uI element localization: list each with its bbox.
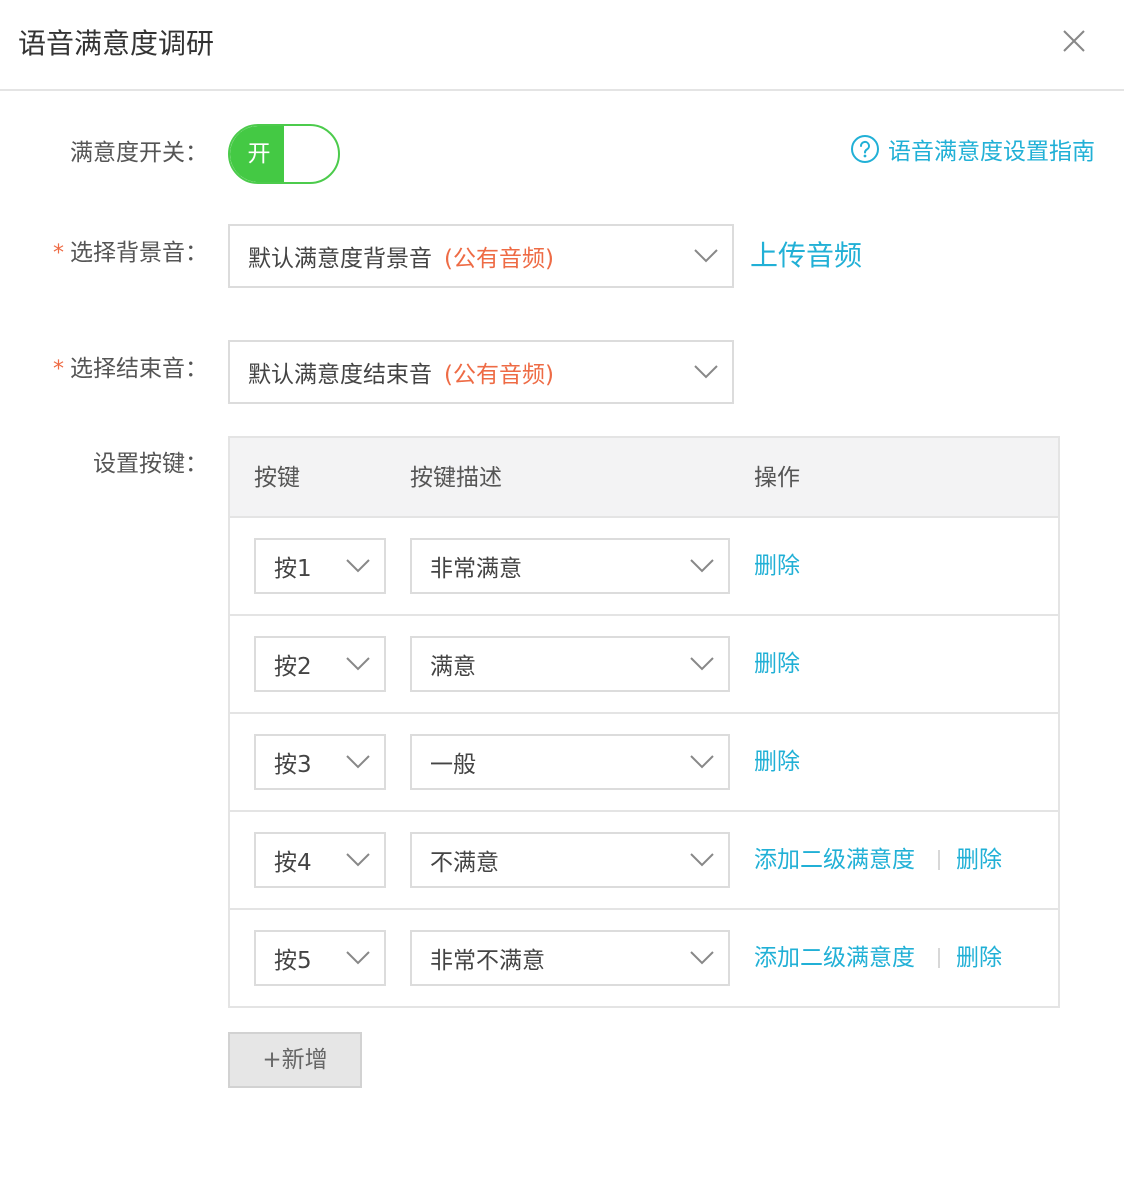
- satisfaction-toggle[interactable]: 开: [228, 124, 340, 184]
- add-second-level-link[interactable]: 添加二级满意度: [754, 942, 915, 974]
- desc-select[interactable]: 非常不满意: [410, 930, 730, 986]
- dialog-header: 语音满意度调研: [0, 0, 1124, 91]
- chevron-down-icon: [346, 657, 370, 671]
- chevron-down-icon: [694, 365, 718, 379]
- add-key-button[interactable]: +新增: [228, 1032, 362, 1088]
- end-sound-label: * 选择结束音：: [53, 356, 208, 382]
- help-icon: [851, 135, 879, 163]
- key-select[interactable]: 按2: [254, 636, 386, 692]
- bg-sound-label: * 选择背景音：: [53, 240, 208, 266]
- key-select[interactable]: 按1: [254, 538, 386, 594]
- header-key: 按键: [254, 465, 300, 491]
- chevron-down-icon: [690, 853, 714, 867]
- header-desc: 按键描述: [410, 465, 502, 491]
- delete-link[interactable]: 删除: [754, 648, 800, 680]
- link-separator: [938, 850, 940, 870]
- header-action: 操作: [754, 465, 800, 491]
- required-mark: *: [53, 241, 64, 266]
- chevron-down-icon: [346, 951, 370, 965]
- key-select[interactable]: 按4: [254, 832, 386, 888]
- delete-link[interactable]: 删除: [754, 550, 800, 582]
- close-icon[interactable]: [1060, 27, 1088, 55]
- toggle-on-text: 开: [230, 126, 284, 182]
- table-header: 按键 按键描述 操作: [230, 438, 1058, 518]
- keys-table: 按键 按键描述 操作 按1 非常满意 删除 按2 满意 删除 按3 一般 删除 …: [228, 436, 1060, 1008]
- end-sound-select[interactable]: 默认满意度结束音 (公有音频): [228, 340, 734, 404]
- required-mark: *: [53, 357, 64, 382]
- chevron-down-icon: [690, 657, 714, 671]
- delete-link[interactable]: 删除: [956, 844, 1002, 876]
- chevron-down-icon: [346, 755, 370, 769]
- key-select[interactable]: 按3: [254, 734, 386, 790]
- bg-sound-value: 默认满意度背景音: [248, 246, 432, 272]
- dialog-title: 语音满意度调研: [18, 27, 215, 60]
- desc-select[interactable]: 不满意: [410, 832, 730, 888]
- delete-link[interactable]: 删除: [956, 942, 1002, 974]
- guide-link[interactable]: 语音满意度设置指南: [850, 132, 1095, 166]
- chevron-down-icon: [690, 559, 714, 573]
- switch-label: 满意度开关：: [70, 140, 208, 166]
- desc-select[interactable]: 一般: [410, 734, 730, 790]
- chevron-down-icon: [690, 951, 714, 965]
- add-second-level-link[interactable]: 添加二级满意度: [754, 844, 915, 876]
- desc-select[interactable]: 非常满意: [410, 538, 730, 594]
- chevron-down-icon: [690, 755, 714, 769]
- table-row: 按3 一般 删除: [230, 714, 1058, 812]
- delete-link[interactable]: 删除: [754, 746, 800, 778]
- end-sound-tag: (公有音频): [444, 362, 554, 388]
- keys-label: 设置按键：: [93, 451, 208, 477]
- chevron-down-icon: [346, 559, 370, 573]
- table-row: 按2 满意 删除: [230, 616, 1058, 714]
- upload-audio-link[interactable]: 上传音频: [750, 236, 862, 276]
- bg-sound-select[interactable]: 默认满意度背景音 (公有音频): [228, 224, 734, 288]
- key-select[interactable]: 按5: [254, 930, 386, 986]
- desc-select[interactable]: 满意: [410, 636, 730, 692]
- chevron-down-icon: [346, 853, 370, 867]
- table-row: 按5 非常不满意 添加二级满意度 删除: [230, 910, 1058, 1008]
- table-row: 按4 不满意 添加二级满意度 删除: [230, 812, 1058, 910]
- link-separator: [938, 948, 940, 968]
- end-sound-value: 默认满意度结束音: [248, 362, 432, 388]
- table-row: 按1 非常满意 删除: [230, 518, 1058, 616]
- chevron-down-icon: [694, 249, 718, 263]
- bg-sound-tag: (公有音频): [444, 246, 554, 272]
- guide-link-label: 语音满意度设置指南: [888, 139, 1095, 165]
